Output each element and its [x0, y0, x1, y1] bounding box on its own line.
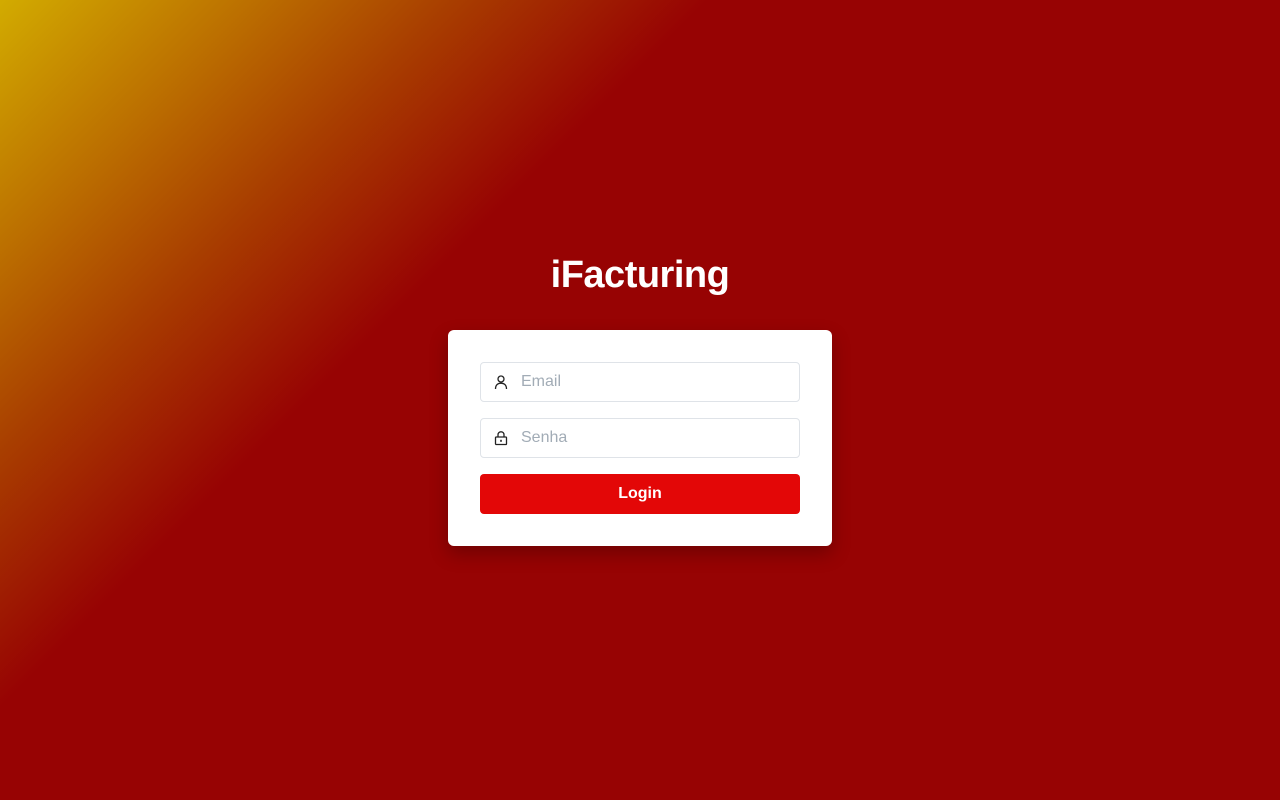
user-icon [481, 363, 521, 401]
email-input[interactable] [521, 364, 791, 400]
login-page: iFacturing Login [0, 0, 1280, 800]
lock-icon [481, 419, 521, 457]
password-input[interactable] [521, 420, 791, 456]
login-card: Login [448, 330, 832, 546]
app-title: iFacturing [550, 254, 730, 296]
email-field[interactable] [480, 362, 800, 402]
password-field[interactable] [480, 418, 800, 458]
login-button[interactable]: Login [480, 474, 800, 514]
